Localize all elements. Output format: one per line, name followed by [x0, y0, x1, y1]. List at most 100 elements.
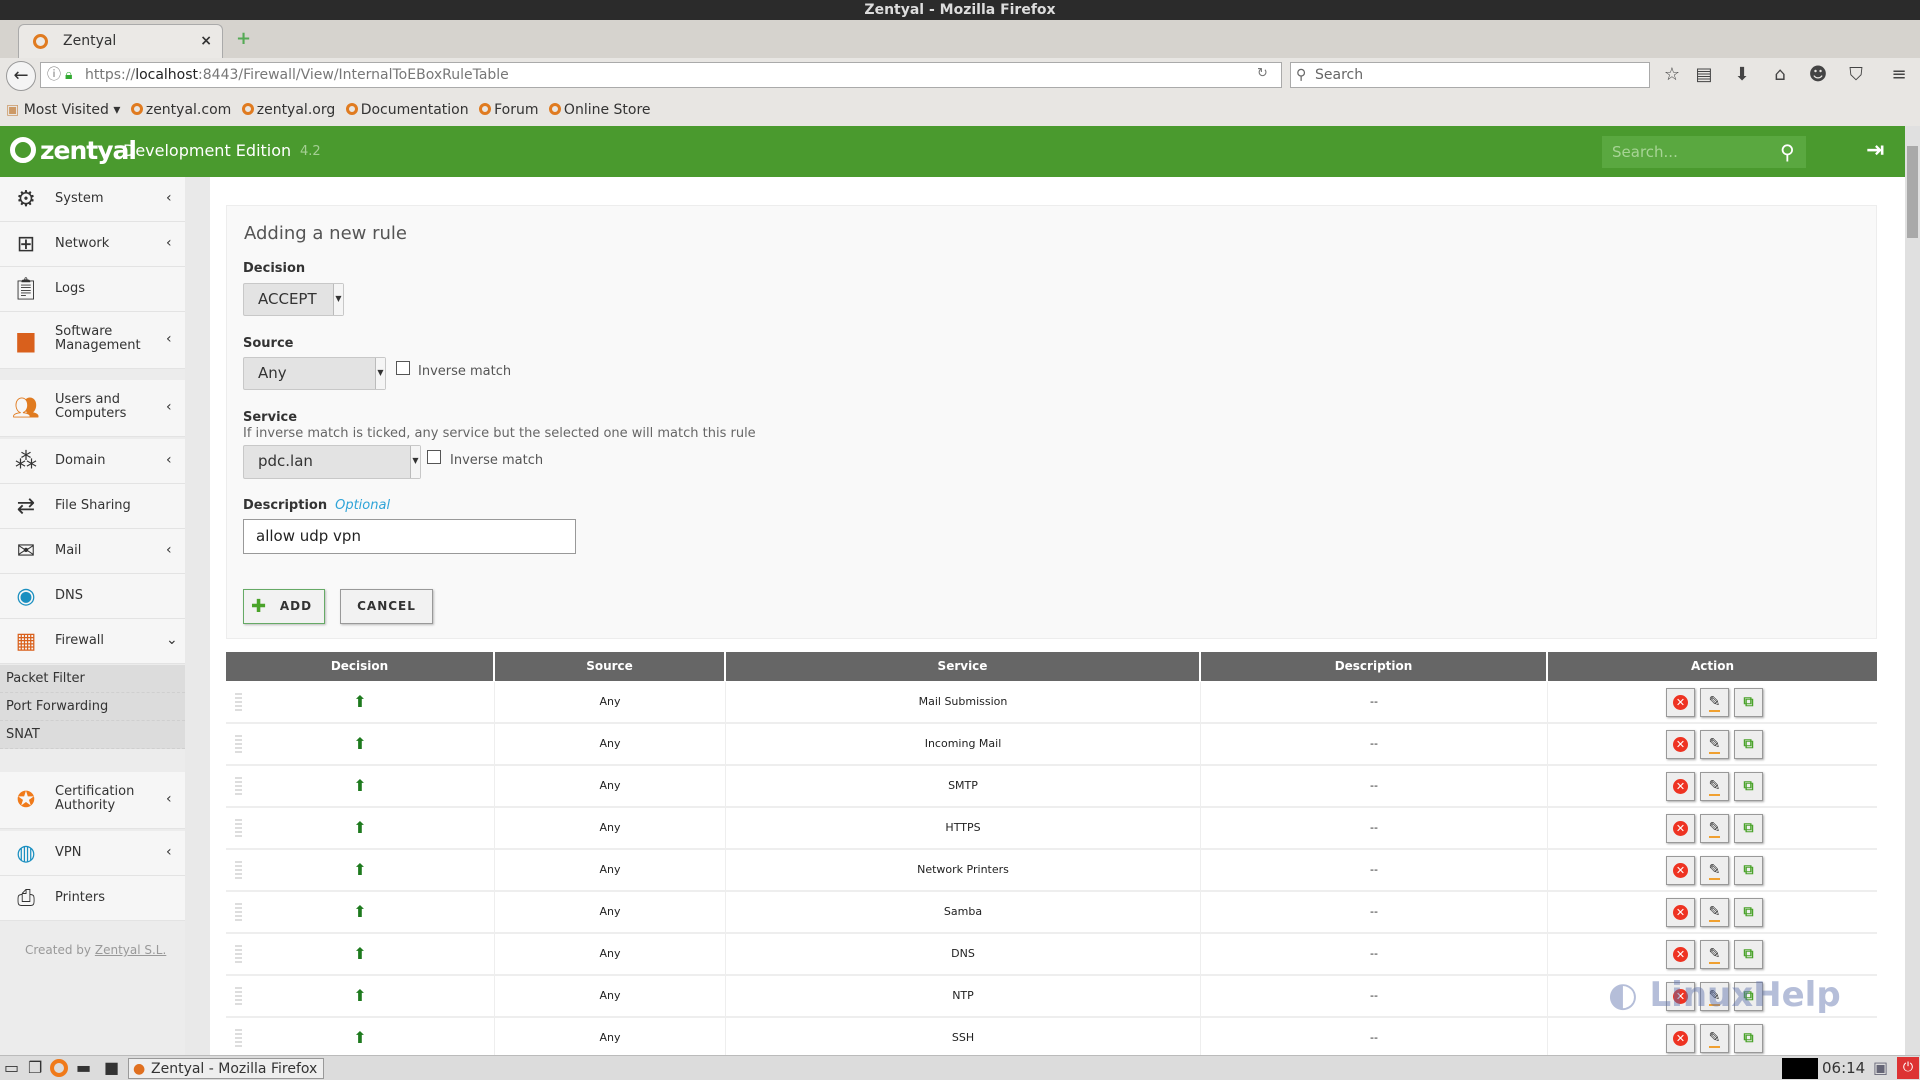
edit-button[interactable]: ✎	[1700, 772, 1729, 801]
chevron-left-icon[interactable]: ‹	[166, 331, 172, 347]
zentyal-link[interactable]: Zentyal S.L.	[95, 943, 166, 957]
service-inverse-checkbox[interactable]	[427, 450, 441, 464]
pocket-icon[interactable]: ⛉	[1844, 64, 1868, 88]
info-icon[interactable]: ⓘ	[47, 63, 61, 87]
edit-button[interactable]: ✎	[1700, 814, 1729, 843]
monitor-icon[interactable]: ▬	[76, 1058, 91, 1077]
edit-button[interactable]: ✎	[1700, 856, 1729, 885]
delete-button[interactable]: ✕	[1666, 940, 1695, 969]
clone-button[interactable]: ⧉	[1734, 814, 1763, 843]
edit-button[interactable]: ✎	[1700, 1024, 1729, 1053]
sidebar-item-logs[interactable]: 📋︎ Logs	[0, 267, 185, 312]
header-search-input[interactable]: Search...	[1602, 136, 1780, 168]
bookmark-star-icon[interactable]: ☆	[1660, 64, 1684, 88]
source-select[interactable]: Any ▼	[243, 357, 386, 390]
clone-button[interactable]: ⧉	[1734, 898, 1763, 927]
table-row: ⬆ Any Mail Submission -- ✕ ✎ ⧉	[226, 682, 1877, 724]
edit-button[interactable]: ✎	[1700, 688, 1729, 717]
reload-icon[interactable]: ↻	[1257, 66, 1268, 81]
bookmark-zentyal-org[interactable]: zentyal.org	[241, 96, 335, 124]
description-cell: --	[1201, 976, 1548, 1016]
bookmark-forum[interactable]: Forum	[479, 96, 538, 124]
sidebar-item-printers[interactable]: ⎙ Printers	[0, 876, 185, 921]
delete-button[interactable]: ✕	[1666, 772, 1695, 801]
header-search-icon[interactable]: ⚲	[1780, 136, 1806, 168]
sidebar-item-dns[interactable]: ◉ DNS	[0, 574, 185, 619]
sidebar-item-users-and-computers[interactable]: 👥︎ Users and Computers ‹	[0, 380, 185, 437]
new-tab-icon[interactable]: +	[236, 28, 251, 49]
clone-button[interactable]: ⧉	[1734, 1024, 1763, 1053]
windows-icon[interactable]: ❐	[28, 1058, 42, 1077]
bookmark-zentyal-com[interactable]: zentyal.com	[130, 96, 231, 124]
add-button[interactable]: ✚ ADD	[243, 589, 325, 624]
menu-icon[interactable]: ≡	[1887, 64, 1911, 88]
delete-button[interactable]: ✕	[1666, 730, 1695, 759]
zentyal-logo[interactable]: zentyal	[10, 136, 137, 165]
close-tab-icon[interactable]: ×	[200, 25, 212, 57]
chevron-left-icon[interactable]: ‹	[166, 452, 172, 468]
edit-button[interactable]: ✎	[1700, 940, 1729, 969]
sidebar-subitem-packet-filter[interactable]: Packet Filter	[0, 665, 185, 693]
sidebar-item-mail[interactable]: ✉ Mail ‹	[0, 529, 185, 574]
sidebar-item-vpn[interactable]: ◍ VPN ‹	[0, 831, 185, 876]
chevron-down-icon[interactable]: ⌄	[166, 632, 178, 648]
reading-list-icon[interactable]: ▤	[1692, 64, 1716, 88]
column-header-source[interactable]: Source	[495, 652, 726, 681]
delete-button[interactable]: ✕	[1666, 1024, 1695, 1053]
cancel-button[interactable]: CANCEL	[340, 589, 433, 624]
clone-button[interactable]: ⧉	[1734, 688, 1763, 717]
sidebar-item-software-management[interactable]: ▆ Software Management ‹	[0, 312, 185, 369]
sidebar-item-system[interactable]: ⚙ System ‹	[0, 177, 185, 222]
sidebar-item-file-sharing[interactable]: ⇄ File Sharing	[0, 484, 185, 529]
sidebar-subitem-port-forwarding[interactable]: Port Forwarding	[0, 693, 185, 721]
scrollbar-thumb[interactable]	[1907, 146, 1918, 238]
column-header-service[interactable]: Service	[726, 652, 1201, 681]
bookmark-documentation[interactable]: Documentation	[345, 96, 469, 124]
browser-search-input[interactable]: ⚲ Search	[1290, 62, 1650, 88]
clone-button[interactable]: ⧉	[1734, 772, 1763, 801]
browser-tab[interactable]: Zentyal ×	[18, 24, 223, 58]
clone-button[interactable]: ⧉	[1734, 730, 1763, 759]
delete-button[interactable]: ✕	[1666, 898, 1695, 927]
terminal-icon[interactable]: ■	[104, 1058, 119, 1077]
chevron-left-icon[interactable]: ‹	[166, 542, 172, 558]
taskbar-firefox-window[interactable]: ● Zentyal - Mozilla Firefox	[128, 1058, 324, 1079]
column-header-description[interactable]: Description	[1201, 652, 1548, 681]
clock[interactable]: 06:14	[1822, 1059, 1865, 1077]
zentyal-launcher-icon[interactable]	[50, 1059, 68, 1077]
decision-select[interactable]: ACCEPT ▼	[243, 283, 344, 316]
url-bar[interactable]: ⓘ 🔒︎ https://localhost:8443/Firewall/Vie…	[40, 62, 1282, 88]
clone-button[interactable]: ⧉	[1734, 940, 1763, 969]
hello-icon[interactable]: ☻	[1806, 64, 1830, 88]
bookmark-online-store[interactable]: Online Store	[548, 96, 651, 124]
show-desktop-icon[interactable]: ▭	[4, 1058, 19, 1077]
delete-button[interactable]: ✕	[1666, 688, 1695, 717]
sidebar-item-network[interactable]: ⊞ Network ‹	[0, 222, 185, 267]
home-icon[interactable]: ⌂	[1768, 64, 1792, 88]
description-input[interactable]: allow udp vpn	[243, 519, 576, 554]
edit-button[interactable]: ✎	[1700, 730, 1729, 759]
delete-button[interactable]: ✕	[1666, 814, 1695, 843]
sidebar-item-firewall[interactable]: ▦ Firewall ⌄	[0, 619, 185, 664]
source-inverse-checkbox[interactable]	[396, 361, 410, 375]
sidebar-item-domain[interactable]: ⁂ Domain ‹	[0, 439, 185, 484]
sidebar-item-certification-authority[interactable]: ✪ Certification Authority ‹	[0, 772, 185, 829]
sidebar-subitem-snat[interactable]: SNAT	[0, 721, 185, 749]
edit-button[interactable]: ✎	[1700, 898, 1729, 927]
power-icon[interactable]: ⏻	[1897, 1057, 1919, 1079]
back-icon[interactable]: ←	[6, 61, 36, 91]
delete-button[interactable]: ✕	[1666, 856, 1695, 885]
service-select[interactable]: pdc.lan ▼	[243, 445, 421, 479]
page-scrollbar[interactable]	[1905, 126, 1920, 1055]
bookmark-most-visited[interactable]: ▣ Most Visited ▾	[6, 96, 120, 124]
chevron-left-icon[interactable]: ‹	[166, 844, 172, 860]
chevron-left-icon[interactable]: ‹	[166, 791, 172, 807]
logout-icon[interactable]: ⇥	[1866, 138, 1884, 163]
clone-button[interactable]: ⧉	[1734, 856, 1763, 885]
lock-screen-icon[interactable]: ▣	[1873, 1058, 1888, 1077]
chevron-left-icon[interactable]: ‹	[166, 399, 172, 415]
column-header-decision[interactable]: Decision	[226, 652, 495, 681]
chevron-left-icon[interactable]: ‹	[166, 235, 172, 251]
download-icon[interactable]: ⬇	[1730, 64, 1754, 88]
chevron-left-icon[interactable]: ‹	[166, 190, 172, 206]
